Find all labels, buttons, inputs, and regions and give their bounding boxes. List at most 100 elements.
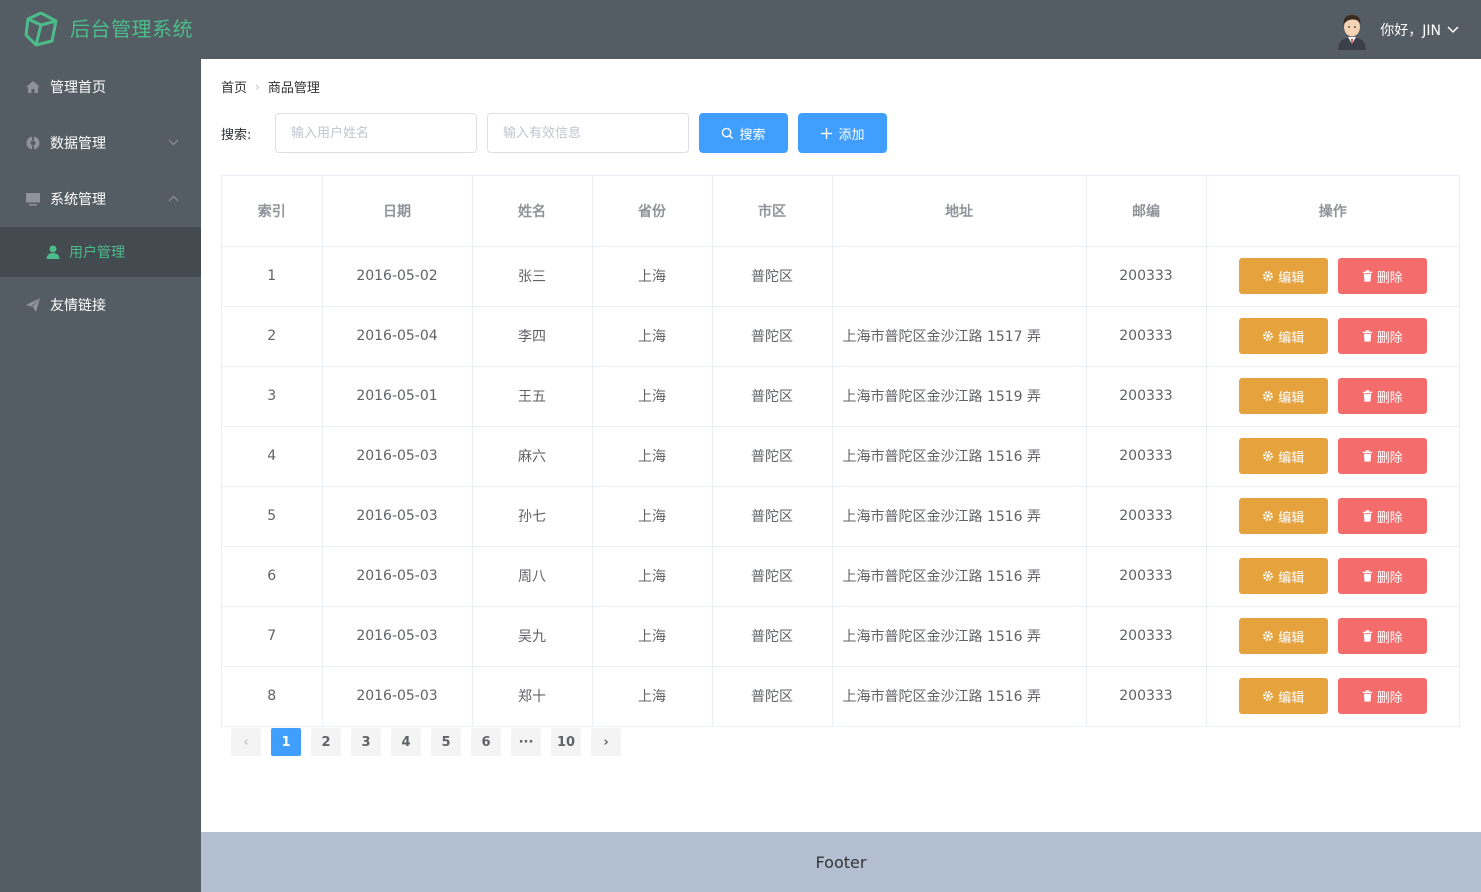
cell-zip: 200333 (1086, 606, 1207, 667)
cell-province: 上海 (592, 366, 713, 427)
page-button[interactable]: 2 (311, 728, 341, 756)
chevron-down-icon[interactable] (1447, 25, 1459, 34)
sidebar-item-users[interactable]: 用户管理 (0, 227, 201, 277)
edit-button-label: 编辑 (1278, 510, 1305, 526)
delete-button[interactable]: 删除 (1337, 438, 1427, 474)
cell-date: 2016-05-04 (322, 306, 473, 367)
cell-actions: 编辑 删除 (1206, 606, 1459, 667)
search-bar: 搜索: 搜索 添加 (221, 113, 897, 153)
page-button[interactable]: 1 (271, 728, 301, 756)
user-icon (45, 244, 61, 260)
cell-zip: 200333 (1086, 486, 1207, 547)
user-menu[interactable]: 你好，JIN (1336, 0, 1481, 59)
data-icon (25, 135, 41, 151)
trash-icon (1362, 270, 1373, 282)
edit-button[interactable]: 编辑 (1238, 558, 1328, 594)
delete-button-label: 删除 (1376, 450, 1403, 466)
cell-date: 2016-05-02 (322, 246, 473, 307)
page-button[interactable]: 3 (351, 728, 381, 756)
data-table: 索引 日期 姓名 省份 市区 地址 邮编 操作 1 2016-05-02 张三 上海普… (221, 175, 1460, 727)
cell-city: 普陀区 (712, 246, 833, 307)
breadcrumb: 首页 › 商品管理 (221, 77, 320, 97)
delete-button[interactable]: 删除 (1337, 378, 1427, 414)
page-button[interactable]: 4 (391, 728, 421, 756)
sidebar-item-data[interactable]: 数据管理 (0, 115, 201, 171)
add-button-label: 添加 (838, 127, 865, 143)
more-pages-button[interactable]: ··· (511, 728, 541, 756)
edit-button[interactable]: 编辑 (1238, 438, 1328, 474)
home-icon (25, 79, 41, 95)
sidebar-item-home[interactable]: 管理首页 (0, 59, 201, 115)
edit-button-label: 编辑 (1278, 390, 1305, 406)
cell-name: 周八 (472, 546, 593, 607)
search-button[interactable]: 搜索 (699, 113, 788, 153)
cell-province: 上海 (592, 546, 713, 607)
cell-index: 7 (222, 606, 323, 667)
cell-city: 普陀区 (712, 606, 833, 667)
search-label: 搜索: (221, 127, 252, 143)
edit-button[interactable]: 编辑 (1238, 258, 1328, 294)
table-row: 4 2016-05-03 麻六 上海 普陀区 上海市普陀区金沙江路 1516 弄 20033… (222, 426, 1459, 487)
cell-index: 2 (222, 306, 323, 367)
cell-actions: 编辑 删除 (1206, 546, 1459, 607)
cell-zip: 200333 (1086, 306, 1207, 367)
page-button[interactable]: 5 (431, 728, 461, 756)
cell-index: 5 (222, 486, 323, 547)
next-page-button[interactable]: › (591, 728, 621, 756)
cell-date: 2016-05-03 (322, 486, 473, 547)
monitor-icon (25, 191, 41, 207)
gear-icon (1262, 570, 1274, 582)
cell-index: 1 (222, 246, 323, 307)
add-button[interactable]: 添加 (798, 113, 887, 153)
edit-button-label: 编辑 (1278, 690, 1305, 706)
delete-button[interactable]: 删除 (1337, 498, 1427, 534)
table-row: 8 2016-05-03 郑十 上海 普陀区 上海市普陀区金沙江路 1516 弄 20033… (222, 666, 1459, 726)
plus-icon (820, 127, 833, 140)
top-header: 后台管理系统 你好，JIN (0, 0, 1481, 59)
delete-button-label: 删除 (1376, 510, 1403, 526)
cell-actions: 编辑 删除 (1206, 666, 1459, 726)
delete-button[interactable]: 删除 (1337, 258, 1427, 294)
sidebar-item-label: 友情链接 (50, 298, 106, 314)
search-button-label: 搜索 (739, 127, 766, 143)
trash-icon (1362, 630, 1373, 642)
cell-actions: 编辑 删除 (1206, 426, 1459, 487)
cell-province: 上海 (592, 246, 713, 307)
name-search-input[interactable] (275, 113, 477, 153)
main-content: 首页 › 商品管理 搜索: 搜索 添加 索引 (201, 59, 1481, 832)
gear-icon (1262, 510, 1274, 522)
edit-button[interactable]: 编辑 (1238, 318, 1328, 354)
avatar[interactable] (1336, 10, 1368, 50)
column-header: 姓名 (472, 176, 593, 247)
trash-icon (1362, 450, 1373, 462)
cell-name: 王五 (472, 366, 593, 427)
column-header: 地址 (832, 176, 1087, 247)
user-greeting[interactable]: 你好，JIN (1380, 20, 1441, 40)
delete-button-label: 删除 (1376, 570, 1403, 586)
edit-button[interactable]: 编辑 (1238, 498, 1328, 534)
table-row: 7 2016-05-03 吴九 上海 普陀区 上海市普陀区金沙江路 1516 弄 20033… (222, 606, 1459, 667)
sidebar-item-system[interactable]: 系统管理 (0, 171, 201, 227)
edit-button[interactable]: 编辑 (1238, 678, 1328, 715)
sidebar-item-label: 用户管理 (69, 245, 125, 261)
trash-icon (1362, 390, 1373, 402)
sidebar-item-links[interactable]: 友情链接 (0, 277, 201, 333)
cell-actions: 编辑 删除 (1206, 306, 1459, 367)
cell-city: 普陀区 (712, 366, 833, 427)
cell-zip: 200333 (1086, 366, 1207, 427)
delete-button[interactable]: 删除 (1337, 618, 1427, 654)
delete-button[interactable]: 删除 (1337, 678, 1427, 715)
page-button[interactable]: 10 (551, 728, 581, 756)
info-search-input[interactable] (487, 113, 689, 153)
delete-button[interactable]: 删除 (1337, 318, 1427, 354)
delete-button-label: 删除 (1376, 630, 1403, 646)
cell-actions: 编辑 删除 (1206, 486, 1459, 547)
delete-button[interactable]: 删除 (1337, 558, 1427, 594)
edit-button[interactable]: 编辑 (1238, 378, 1328, 414)
delete-button-label: 删除 (1376, 690, 1403, 706)
edit-button[interactable]: 编辑 (1238, 618, 1328, 654)
app-title: 后台管理系统 (70, 17, 193, 41)
prev-page-button[interactable]: ‹ (231, 728, 261, 756)
page-button[interactable]: 6 (471, 728, 501, 756)
breadcrumb-home[interactable]: 首页 (221, 77, 247, 96)
